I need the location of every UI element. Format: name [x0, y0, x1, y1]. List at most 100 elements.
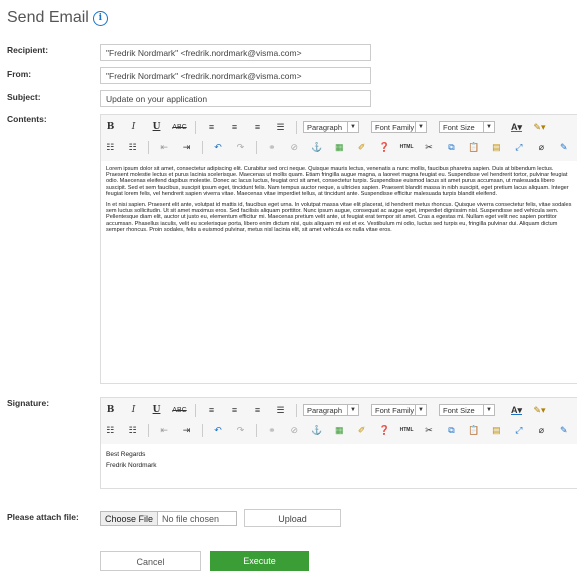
- edit-icon[interactable]: ✎: [555, 422, 573, 438]
- toolbar-divider: [147, 423, 149, 437]
- choose-file-button[interactable]: Choose File: [101, 512, 159, 525]
- align-right-button[interactable]: ≡: [248, 402, 267, 418]
- undo-icon[interactable]: ↶: [209, 139, 227, 155]
- paragraph-select-label: Paragraph: [307, 123, 343, 132]
- toolbar-divider: [255, 423, 257, 437]
- font-size-select[interactable]: Font Size ▼: [439, 121, 495, 133]
- font-family-select-label: Font Family: [375, 123, 415, 132]
- fullscreen-icon[interactable]: ⤢: [510, 139, 528, 155]
- info-icon[interactable]: i: [92, 11, 108, 26]
- bold-button[interactable]: B: [101, 402, 120, 418]
- anchor-icon[interactable]: ⚓: [308, 139, 326, 155]
- image-icon[interactable]: ▦: [330, 422, 348, 438]
- outdent-icon[interactable]: ⇤: [155, 422, 173, 438]
- chevron-down-icon: ▼: [415, 122, 426, 132]
- toolbar-divider: [255, 140, 257, 154]
- file-input[interactable]: Choose File No file chosen: [100, 511, 237, 526]
- html-icon[interactable]: HTML: [397, 139, 415, 155]
- subject-field[interactable]: Update on your application: [100, 90, 371, 107]
- remove-format-icon[interactable]: ⌀: [532, 422, 550, 438]
- toolbar-row-1: B I U ABC ≡ ≡ ≡ ☰ Paragraph ▼ Font Family…: [101, 400, 577, 420]
- contents-paragraph-1: Lorem ipsum dolor sit amet, consectetur …: [106, 166, 569, 197]
- toolbar-row-2: ☷ ☷ ⇤ ⇥ ↶ ↷ ⚭ ⊘ ⚓ ▦ ✐ ❓ HTML ✂ ⧉ 📋 ▤ ⤢ ⌀…: [101, 420, 577, 440]
- bullet-list-icon[interactable]: ☷: [101, 422, 119, 438]
- align-left-button[interactable]: ≡: [202, 119, 221, 135]
- page-title: Send Email i: [7, 9, 108, 27]
- numbered-list-icon[interactable]: ☷: [123, 139, 141, 155]
- link-icon[interactable]: ⚭: [263, 422, 281, 438]
- toolbar-row-1: B I U ABC ≡ ≡ ≡ ☰ Paragraph ▼ Font Family…: [101, 117, 577, 137]
- highlight-color-button[interactable]: ✎▾: [530, 402, 549, 418]
- contents-label: Contents:: [7, 114, 47, 124]
- bold-button[interactable]: B: [101, 119, 120, 135]
- clean-icon[interactable]: ✐: [352, 422, 370, 438]
- contents-editor[interactable]: B I U ABC ≡ ≡ ≡ ☰ Paragraph ▼ Font Family…: [100, 114, 577, 384]
- recipient-field[interactable]: "Fredrik Nordmark" <fredrik.nordmark@vis…: [100, 44, 371, 61]
- toolbar-divider: [195, 120, 196, 134]
- italic-button[interactable]: I: [124, 402, 143, 418]
- contents-body[interactable]: Lorem ipsum dolor sit amet, consectetur …: [101, 161, 577, 383]
- bullet-list-icon[interactable]: ☷: [101, 139, 119, 155]
- unlink-icon[interactable]: ⊘: [285, 422, 303, 438]
- font-family-select[interactable]: Font Family ▼: [371, 121, 427, 133]
- copy-icon[interactable]: ⧉: [442, 139, 460, 155]
- signature-editor[interactable]: B I U ABC ≡ ≡ ≡ ☰ Paragraph ▼ Font Family…: [100, 397, 577, 489]
- align-center-button[interactable]: ≡: [225, 402, 244, 418]
- paste-text-icon[interactable]: ▤: [487, 422, 505, 438]
- unlink-icon[interactable]: ⊘: [285, 139, 303, 155]
- paragraph-select[interactable]: Paragraph ▼: [303, 121, 359, 133]
- cut-icon[interactable]: ✂: [420, 139, 438, 155]
- align-left-button[interactable]: ≡: [202, 402, 221, 418]
- anchor-icon[interactable]: ⚓: [308, 422, 326, 438]
- underline-button[interactable]: U: [147, 402, 166, 418]
- italic-button[interactable]: I: [124, 119, 143, 135]
- align-justify-button[interactable]: ☰: [271, 119, 290, 135]
- redo-icon[interactable]: ↷: [231, 422, 249, 438]
- signature-body[interactable]: Best Regards Fredrik Nordmark: [101, 444, 577, 488]
- signature-line-1: Best Regards: [106, 451, 146, 458]
- text-color-button[interactable]: A▾: [507, 402, 526, 418]
- edit-icon[interactable]: ✎: [555, 139, 573, 155]
- paragraph-select[interactable]: Paragraph ▼: [303, 404, 359, 416]
- link-icon[interactable]: ⚭: [263, 139, 281, 155]
- indent-icon[interactable]: ⇥: [177, 422, 195, 438]
- fullscreen-icon[interactable]: ⤢: [510, 422, 528, 438]
- image-icon[interactable]: ▦: [330, 139, 348, 155]
- copy-icon[interactable]: ⧉: [442, 422, 460, 438]
- cut-icon[interactable]: ✂: [420, 422, 438, 438]
- upload-button[interactable]: Upload: [244, 509, 341, 527]
- font-size-select[interactable]: Font Size ▼: [439, 404, 495, 416]
- chevron-down-icon: ▼: [347, 122, 358, 132]
- redo-icon[interactable]: ↷: [231, 139, 249, 155]
- align-justify-button[interactable]: ☰: [271, 402, 290, 418]
- chevron-down-icon: ▼: [415, 405, 426, 415]
- align-center-button[interactable]: ≡: [225, 119, 244, 135]
- paste-icon[interactable]: 📋: [465, 422, 483, 438]
- from-field[interactable]: "Fredrik Nordmark" <fredrik.nordmark@vis…: [100, 67, 371, 84]
- undo-icon[interactable]: ↶: [209, 422, 227, 438]
- strikethrough-button[interactable]: ABC: [170, 402, 189, 418]
- font-family-select[interactable]: Font Family ▼: [371, 404, 427, 416]
- clean-icon[interactable]: ✐: [352, 139, 370, 155]
- from-label: From:: [7, 69, 32, 79]
- paste-text-icon[interactable]: ▤: [487, 139, 505, 155]
- help-icon[interactable]: ❓: [375, 422, 393, 438]
- indent-icon[interactable]: ⇥: [177, 139, 195, 155]
- cancel-button[interactable]: Cancel: [100, 551, 201, 571]
- help-icon[interactable]: ❓: [375, 139, 393, 155]
- font-size-select-label: Font Size: [443, 406, 475, 415]
- contents-paragraph-2: In et nisi sapien. Praesent elit ante, v…: [106, 202, 572, 233]
- align-right-button[interactable]: ≡: [248, 119, 267, 135]
- underline-button[interactable]: U: [147, 119, 166, 135]
- numbered-list-icon[interactable]: ☷: [123, 422, 141, 438]
- html-icon[interactable]: HTML: [397, 422, 415, 438]
- remove-format-icon[interactable]: ⌀: [532, 139, 550, 155]
- outdent-icon[interactable]: ⇤: [155, 139, 173, 155]
- highlight-color-button[interactable]: ✎▾: [530, 119, 549, 135]
- paste-icon[interactable]: 📋: [465, 139, 483, 155]
- strikethrough-button[interactable]: ABC: [170, 119, 189, 135]
- execute-button[interactable]: Execute: [210, 551, 309, 571]
- attach-label: Please attach file:: [7, 512, 79, 522]
- font-size-select-label: Font Size: [443, 123, 475, 132]
- text-color-button[interactable]: A▾: [507, 119, 526, 135]
